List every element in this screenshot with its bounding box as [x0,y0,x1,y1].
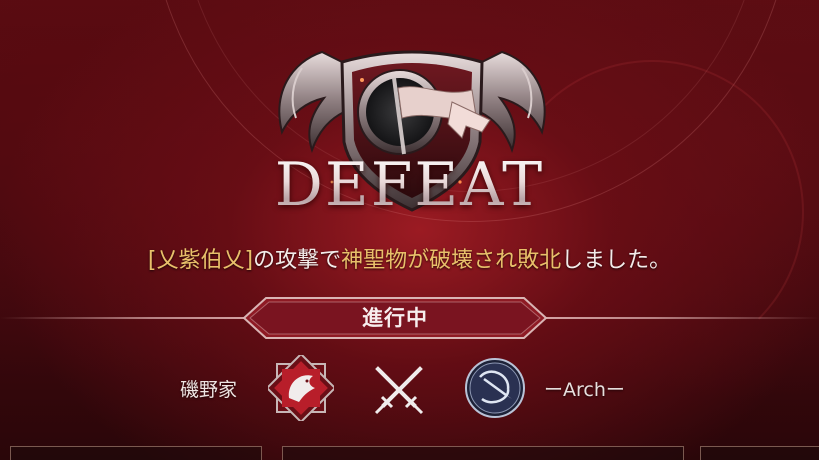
team-right-name: ーArchー [544,379,625,401]
message-object: 神聖物が破壊され敗北 [341,248,562,273]
status-label: 進行中 [362,306,428,330]
stats-card [700,446,819,460]
divider-right [545,317,819,319]
stats-card [10,446,262,460]
result-title: DEFEAT [0,150,819,220]
team-left-name: 磯野家 [180,379,238,401]
stats-card [282,446,684,460]
defeat-screen: DEFEAT [乂紫伯乂]の攻撃で神聖物が破壊され敗北しました。 進行中 磯野家 [0,0,819,460]
left-wing-icon [278,50,346,154]
status-badge: 進行中 [240,295,550,341]
message-text-1: の攻撃で [253,248,342,273]
bow-crest-icon [462,355,528,425]
bottom-stats-bar [0,440,819,460]
attacker-name: [乂紫伯乂] [147,248,254,273]
defeat-message: [乂紫伯乂]の攻撃で神聖物が破壊され敗北しました。 [0,244,819,278]
dragon-crest-icon [265,352,337,425]
team-row: 磯野家 ーArchー [0,352,819,425]
right-wing-icon [478,50,546,154]
crossed-swords-icon [370,361,428,423]
divider-left [0,317,252,319]
message-text-2: しました。 [561,248,672,273]
